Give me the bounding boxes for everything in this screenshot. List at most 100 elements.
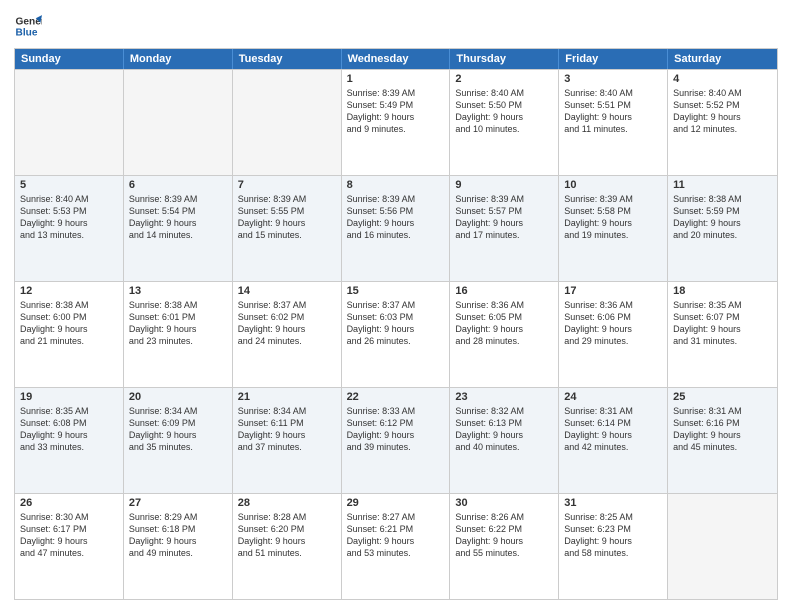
cell-line: Sunrise: 8:39 AM (238, 193, 336, 205)
day-number: 8 (347, 179, 445, 191)
day-number: 10 (564, 179, 662, 191)
cell-line: Sunset: 6:16 PM (673, 417, 772, 429)
calendar-row: 12Sunrise: 8:38 AMSunset: 6:00 PMDayligh… (15, 281, 777, 387)
day-number: 9 (455, 179, 553, 191)
cell-line: Sunset: 6:12 PM (347, 417, 445, 429)
cell-line: Daylight: 9 hours (347, 217, 445, 229)
cell-line: Daylight: 9 hours (455, 429, 553, 441)
calendar-header-cell: Sunday (15, 49, 124, 69)
day-number: 2 (455, 73, 553, 85)
cell-line: Daylight: 9 hours (238, 323, 336, 335)
calendar-cell: 6Sunrise: 8:39 AMSunset: 5:54 PMDaylight… (124, 176, 233, 281)
cell-line: Sunset: 6:22 PM (455, 523, 553, 535)
calendar-cell (124, 70, 233, 175)
cell-line: Daylight: 9 hours (564, 111, 662, 123)
cell-line: and 49 minutes. (129, 547, 227, 559)
cell-line: Sunrise: 8:40 AM (455, 87, 553, 99)
cell-line: and 26 minutes. (347, 335, 445, 347)
calendar-cell: 28 Sunrise: 8:28 AMSunset: 6:20 PMDayligh… (233, 494, 342, 599)
calendar-cell: 21Sunrise: 8:34 AMSunset: 6:11 PMDayligh… (233, 388, 342, 493)
cell-line: Sunset: 6:06 PM (564, 311, 662, 323)
cell-line: Sunset: 6:07 PM (673, 311, 772, 323)
cell-line: Sunrise: 8:31 AM (564, 405, 662, 417)
cell-line: Daylight: 9 hours (129, 323, 227, 335)
cell-line: Sunset: 5:49 PM (347, 99, 445, 111)
cell-line: Sunrise: 8:39 AM (347, 193, 445, 205)
cell-line: and 17 minutes. (455, 229, 553, 241)
cell-line: Sunset: 5:55 PM (238, 205, 336, 217)
calendar-cell (15, 70, 124, 175)
cell-line: Sunrise: 8:28 AM (238, 511, 336, 523)
cell-line: Sunrise: 8:27 AM (347, 511, 445, 523)
calendar-cell: 15Sunrise: 8:37 AMSunset: 6:03 PMDayligh… (342, 282, 451, 387)
cell-line: Sunset: 6:20 PM (238, 523, 336, 535)
calendar-row: 19Sunrise: 8:35 AMSunset: 6:08 PMDayligh… (15, 387, 777, 493)
day-number: 24 (564, 391, 662, 403)
day-number: 17 (564, 285, 662, 297)
cell-line: and 23 minutes. (129, 335, 227, 347)
calendar-header-cell: Friday (559, 49, 668, 69)
calendar-cell: 3Sunrise: 8:40 AMSunset: 5:51 PMDaylight… (559, 70, 668, 175)
cell-line: Sunrise: 8:38 AM (20, 299, 118, 311)
calendar-cell: 29Sunrise: 8:27 AMSunset: 6:21 PMDayligh… (342, 494, 451, 599)
cell-line: and 16 minutes. (347, 229, 445, 241)
calendar-header-cell: Wednesday (342, 49, 451, 69)
calendar-cell: 18Sunrise: 8:35 AMSunset: 6:07 PMDayligh… (668, 282, 777, 387)
cell-line: Daylight: 9 hours (347, 111, 445, 123)
cell-line: Daylight: 9 hours (564, 217, 662, 229)
cell-line: Daylight: 9 hours (673, 429, 772, 441)
cell-line: Sunset: 5:59 PM (673, 205, 772, 217)
calendar-cell: 8Sunrise: 8:39 AMSunset: 5:56 PMDaylight… (342, 176, 451, 281)
day-number: 28 (238, 497, 336, 509)
cell-line: and 12 minutes. (673, 123, 772, 135)
day-number: 14 (238, 285, 336, 297)
cell-line: Sunset: 5:52 PM (673, 99, 772, 111)
cell-line: Sunset: 6:17 PM (20, 523, 118, 535)
cell-line: Daylight: 9 hours (20, 217, 118, 229)
cell-line: Daylight: 9 hours (673, 217, 772, 229)
cell-line: Sunset: 6:08 PM (20, 417, 118, 429)
calendar-cell: 12Sunrise: 8:38 AMSunset: 6:00 PMDayligh… (15, 282, 124, 387)
calendar-cell: 10Sunrise: 8:39 AMSunset: 5:58 PMDayligh… (559, 176, 668, 281)
day-number: 16 (455, 285, 553, 297)
cell-line: and 9 minutes. (347, 123, 445, 135)
cell-line: and 21 minutes. (20, 335, 118, 347)
calendar-cell: 22Sunrise: 8:33 AMSunset: 6:12 PMDayligh… (342, 388, 451, 493)
cell-line: Sunrise: 8:39 AM (347, 87, 445, 99)
cell-line: and 40 minutes. (455, 441, 553, 453)
cell-line: Daylight: 9 hours (673, 323, 772, 335)
cell-line: Daylight: 9 hours (673, 111, 772, 123)
cell-line: and 14 minutes. (129, 229, 227, 241)
calendar-cell: 25Sunrise: 8:31 AMSunset: 6:16 PMDayligh… (668, 388, 777, 493)
cell-line: Sunset: 6:11 PM (238, 417, 336, 429)
cell-line: Daylight: 9 hours (564, 535, 662, 547)
calendar-cell: 31Sunrise: 8:25 AMSunset: 6:23 PMDayligh… (559, 494, 668, 599)
calendar-header-cell: Saturday (668, 49, 777, 69)
cell-line: Daylight: 9 hours (20, 323, 118, 335)
cell-line: Daylight: 9 hours (129, 535, 227, 547)
calendar-cell (233, 70, 342, 175)
cell-line: Daylight: 9 hours (347, 323, 445, 335)
cell-line: Sunrise: 8:37 AM (347, 299, 445, 311)
cell-line: Daylight: 9 hours (129, 429, 227, 441)
day-number: 5 (20, 179, 118, 191)
cell-line: Sunset: 5:58 PM (564, 205, 662, 217)
cell-line: Sunrise: 8:33 AM (347, 405, 445, 417)
calendar-row: 26Sunrise: 8:30 AMSunset: 6:17 PMDayligh… (15, 493, 777, 599)
day-number: 22 (347, 391, 445, 403)
day-number: 4 (673, 73, 772, 85)
cell-line: and 11 minutes. (564, 123, 662, 135)
cell-line: Daylight: 9 hours (238, 535, 336, 547)
day-number: 19 (20, 391, 118, 403)
day-number: 27 (129, 497, 227, 509)
cell-line: Sunrise: 8:36 AM (564, 299, 662, 311)
cell-line: Sunrise: 8:40 AM (564, 87, 662, 99)
calendar-cell: 1Sunrise: 8:39 AMSunset: 5:49 PMDaylight… (342, 70, 451, 175)
logo-icon: General Blue (14, 12, 42, 40)
cell-line: Sunset: 6:14 PM (564, 417, 662, 429)
cell-line: Sunset: 6:13 PM (455, 417, 553, 429)
cell-line: Sunrise: 8:34 AM (238, 405, 336, 417)
cell-line: Daylight: 9 hours (455, 535, 553, 547)
cell-line: Sunrise: 8:39 AM (129, 193, 227, 205)
calendar-cell: 14Sunrise: 8:37 AMSunset: 6:02 PMDayligh… (233, 282, 342, 387)
